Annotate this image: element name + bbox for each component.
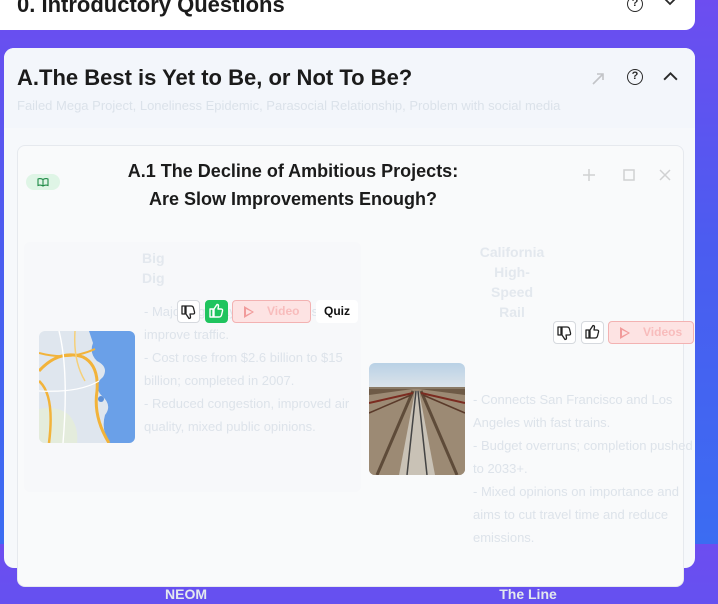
section-0-panel[interactable]: 0. Introductory Questions ? [0,0,695,30]
quiz-button[interactable]: Quiz [316,300,358,323]
card-bullet: - Mixed opinions on importance and aims … [473,484,679,545]
help-icon[interactable]: ? [627,69,643,85]
card-title: California High- Speed Rail [479,244,545,320]
thumbs-up-button[interactable] [205,300,228,323]
thumbs-up-icon [585,324,600,339]
chevron-up-icon[interactable] [662,68,679,85]
videos-button-label: Videos [643,325,683,339]
rail-image [369,363,465,475]
book-icon [26,174,60,190]
section-subtitle: Failed Mega Project, Loneliness Epidemic… [17,98,561,113]
help-icon[interactable]: ? [627,0,643,12]
card-bullet: - Connects San Francisco and Los Angeles… [473,392,673,430]
topic-card-california-hsr[interactable]: California High- Speed Rail - Connects S… [368,242,693,545]
card-title: The Line [499,586,557,602]
chevron-down-icon[interactable] [662,0,678,10]
section-title: 0. Introductory Questions [17,0,285,17]
share-icon[interactable] [590,71,606,87]
section-a-panel: A.The Best is Yet to Be, or Not To Be? F… [4,48,695,602]
close-icon[interactable] [658,168,672,182]
videos-button[interactable]: Videos [608,321,694,344]
play-icon [620,327,630,339]
card-title: Big Dig [142,250,165,286]
subsection-title: A.1 The Decline of Ambitious Projects: A… [127,161,459,209]
card-bullet: - Budget overruns; completion pushed to … [473,438,693,476]
card-title: NEOM [165,586,207,602]
video-button[interactable]: Video [232,300,311,323]
thumbs-down-button[interactable] [553,321,576,344]
topic-card-big-dig[interactable]: Big Dig - Major highway project in Bosto… [24,242,361,492]
thumbs-down-icon [181,305,196,320]
video-button-label: Video [267,304,300,318]
thumbs-up-icon [209,303,224,318]
play-icon [244,306,254,318]
thumbs-down-icon [557,326,572,341]
map-image [39,331,135,443]
card-bullet: - Cost rose from $2.6 billion to $15 bil… [144,350,343,388]
thumbs-down-button[interactable] [177,300,200,323]
section-title: A.The Best is Yet to Be, or Not To Be? [17,65,413,90]
section-header[interactable]: A.The Best is Yet to Be, or Not To Be? F… [4,48,695,128]
expand-icon[interactable] [582,168,596,182]
subsection-panel: A.1 The Decline of Ambitious Projects: A… [17,145,694,602]
card-bullet: - Reduced congestion, improved air quali… [144,396,350,434]
thumbs-up-button[interactable] [581,321,604,344]
copy-icon[interactable] [622,168,636,182]
